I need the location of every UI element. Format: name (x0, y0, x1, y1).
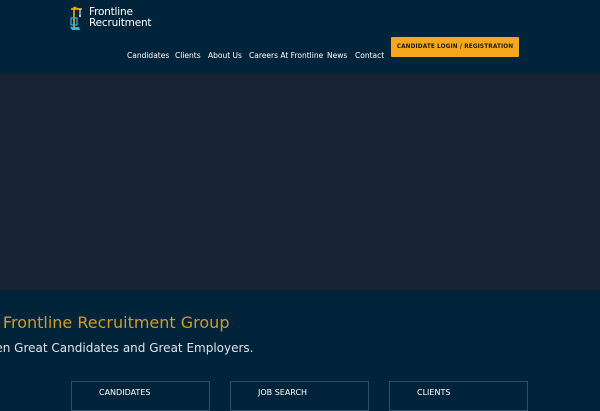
card-clients[interactable]: CLIENTS (389, 381, 528, 411)
card-clients-label: CLIENTS (417, 388, 451, 397)
nav-item-candidates[interactable]: Candidates (127, 51, 169, 60)
intro-title: e Frontline Recruitment Group (0, 313, 230, 332)
card-job-search-label: JOB SEARCH (258, 388, 308, 397)
brand-name-line2: Recruitment (89, 17, 152, 29)
hero-banner (0, 74, 600, 290)
nav-item-contact[interactable]: Contact (355, 51, 384, 60)
card-candidates[interactable]: CANDIDATES (71, 381, 210, 411)
nav-item-clients[interactable]: Clients (175, 51, 201, 60)
frontline-crane-logo-icon (68, 4, 86, 32)
card-job-search[interactable]: JOB SEARCH (230, 381, 369, 411)
candidate-login-button[interactable]: CANDIDATE LOGIN / REGISTRATION (391, 37, 519, 57)
nav-item-careers[interactable]: Careers At Frontline (249, 51, 323, 60)
brand-name: Frontline Recruitment (89, 7, 152, 29)
brand-logo[interactable]: Frontline Recruitment (68, 4, 152, 32)
site-header: Frontline Recruitment Candidates Clients… (0, 0, 600, 74)
nav-item-about-us[interactable]: About Us (208, 51, 242, 60)
card-candidates-label: CANDIDATES (99, 388, 151, 397)
intro-subtitle: een Great Candidates and Great Employers… (0, 341, 254, 355)
nav-item-news[interactable]: News (327, 51, 347, 60)
